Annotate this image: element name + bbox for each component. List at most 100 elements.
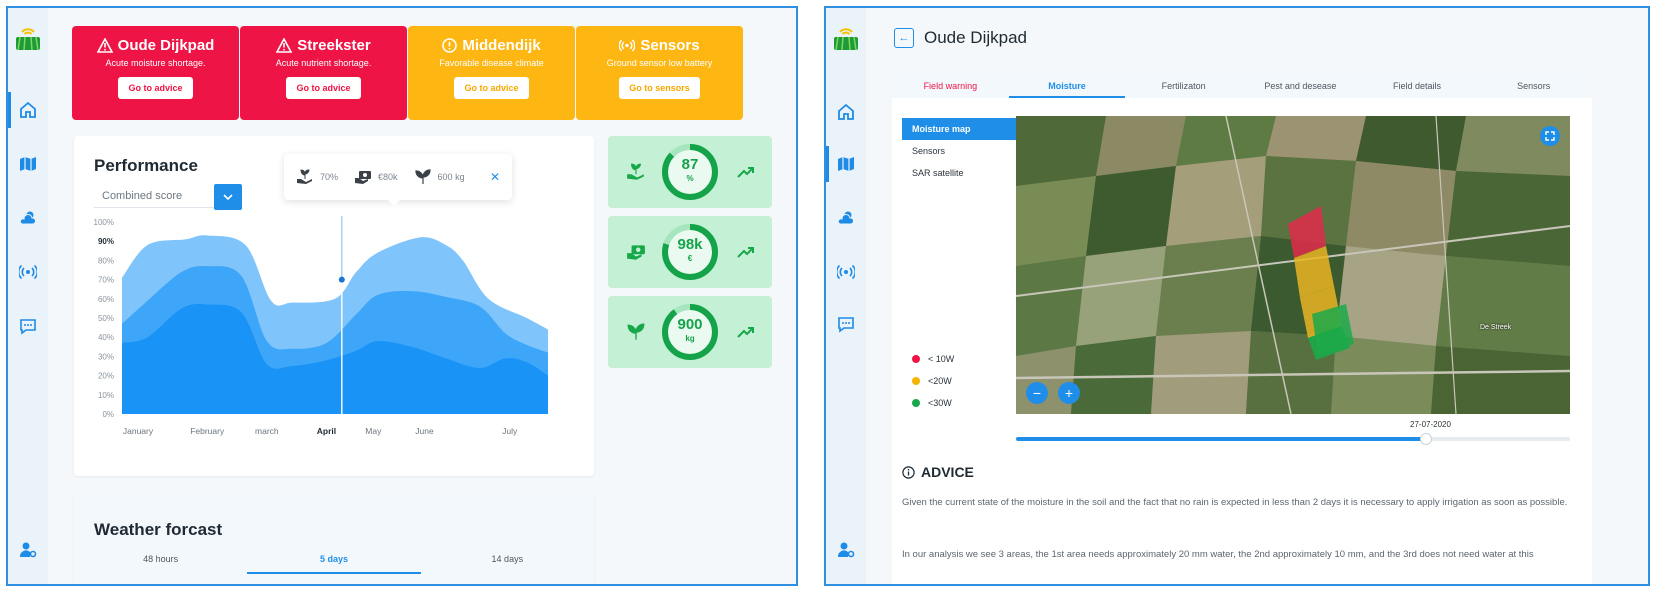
nav-sensors[interactable] <box>826 254 866 290</box>
money-hand-icon <box>355 171 372 184</box>
timeline-date: 27-07-2020 <box>1410 420 1451 429</box>
weather-forecast-card: Weather forcast 48 hours 5 days 14 days <box>74 494 594 584</box>
nav-map[interactable] <box>8 146 48 182</box>
y-tick-label: 60% <box>98 295 114 304</box>
go-to-advice-button[interactable]: Go to advice <box>118 77 193 99</box>
plus-icon: + <box>1064 385 1074 401</box>
x-tick-label: July <box>502 426 518 436</box>
arrow-left-icon: ← <box>898 32 910 44</box>
tab-field-warning[interactable]: Field warning <box>892 68 1009 98</box>
satellite-fields-image <box>1016 116 1570 414</box>
timeline-slider-handle[interactable] <box>1419 433 1432 445</box>
antenna-icon <box>837 264 855 280</box>
tab-sensors[interactable]: Sensors <box>1475 68 1592 98</box>
y-tick-label: 50% <box>98 314 114 323</box>
home-icon <box>838 103 854 120</box>
y-tick-label: 90% <box>98 237 114 246</box>
detail-tabs: Field warning Moisture Fertilizaton Pest… <box>892 68 1592 98</box>
y-tick-label: 80% <box>98 256 114 265</box>
alert-circle-icon <box>442 38 458 53</box>
go-to-advice-button[interactable]: Go to advice <box>454 77 529 99</box>
field-detail-card: Field warning Moisture Fertilizaton Pest… <box>892 68 1592 584</box>
sidebar <box>8 8 48 584</box>
advice-paragraph: Given the current state of the moisture … <box>902 497 1568 508</box>
nav-user-settings[interactable] <box>826 532 866 568</box>
nav-messages[interactable] <box>826 306 866 342</box>
home-icon <box>20 101 36 118</box>
go-to-advice-button[interactable]: Go to advice <box>286 77 361 99</box>
kpi-value: 900 <box>677 316 703 333</box>
nav-weather[interactable] <box>8 200 48 236</box>
close-icon[interactable]: ✕ <box>490 170 500 184</box>
legend-item: < 10W <box>912 354 954 364</box>
nav-sensors[interactable] <box>8 254 48 290</box>
chart-tooltip: 70% €80k 600 kg ✕ <box>284 154 512 206</box>
x-tick-label: march <box>255 426 279 436</box>
y-tick-label: 100% <box>94 218 114 227</box>
warning-triangle-icon <box>96 38 113 53</box>
timeline-slider[interactable] <box>1016 433 1570 445</box>
legend-dot <box>912 399 920 407</box>
x-tick-label: May <box>365 426 382 436</box>
y-tick-label: 40% <box>98 333 114 342</box>
tab-fertilization[interactable]: Fertilizaton <box>1125 68 1242 98</box>
alert-description: Acute nutrient shortage. <box>275 58 372 68</box>
kpi-value: 87 <box>681 156 699 173</box>
map-mode-moisture[interactable]: Moisture map <box>902 118 1016 140</box>
y-tick-label: 30% <box>98 352 114 361</box>
kpi-card-crop: 87 % <box>608 136 772 208</box>
alert-card-sensors: Sensors Ground sensor low battery Go to … <box>576 26 743 120</box>
trending-up-icon <box>737 247 754 258</box>
x-tick-label: January <box>123 426 154 436</box>
antenna-icon <box>19 264 37 280</box>
nav-user-settings[interactable] <box>8 532 48 568</box>
nav-messages[interactable] <box>8 308 48 344</box>
tab-moisture[interactable]: Moisture <box>1008 68 1126 98</box>
go-to-sensors-button[interactable]: Go to sensors <box>619 77 700 99</box>
alert-title: Streekster <box>297 37 371 54</box>
tab-14-days[interactable]: 14 days <box>421 544 594 574</box>
fullscreen-button[interactable] <box>1540 126 1560 146</box>
nav-map[interactable] <box>826 146 866 182</box>
performance-area-chart: 100% 90% 80% 70% 60% 50% 40% 30% 20% 10% 0% January… <box>94 216 548 436</box>
alert-title: Oude Dijkpad <box>117 37 215 54</box>
nav-weather[interactable] <box>826 200 866 236</box>
satellite-map[interactable]: De Streek − + <box>1016 116 1570 414</box>
kpi-card-revenue: 98k € <box>608 216 772 288</box>
farm-logo-icon <box>834 28 858 51</box>
tab-5-days[interactable]: 5 days <box>247 544 421 574</box>
score-select[interactable]: Combined score <box>94 184 214 208</box>
dashboard-window: Oude Dijkpad Acute moisture shortage. Go… <box>6 6 798 586</box>
legend-item: <20W <box>912 376 954 386</box>
moisture-legend: < 10W <20W <30W <box>912 354 954 420</box>
tooltip-crop-value: 70% <box>320 172 339 182</box>
tab-48-hours[interactable]: 48 hours <box>74 544 247 574</box>
score-select-toggle[interactable] <box>214 184 242 210</box>
map-mode-sar[interactable]: SAR satellite <box>902 162 1016 184</box>
alert-title: Middendijk <box>462 37 541 54</box>
sidebar <box>826 8 866 584</box>
kpi-card-yield: 900 kg <box>608 296 772 368</box>
map-mode-sensors[interactable]: Sensors <box>902 140 1016 162</box>
farm-logo-icon <box>16 28 40 51</box>
tab-pest-and-disease[interactable]: Pest and desease <box>1242 68 1359 98</box>
alert-description: Ground sensor low battery <box>606 58 713 68</box>
money-hand-icon <box>627 245 645 260</box>
minus-icon: − <box>1032 385 1042 401</box>
tab-field-details[interactable]: Field details <box>1359 68 1476 98</box>
zoom-in-button[interactable]: + <box>1058 382 1080 404</box>
nav-home[interactable] <box>826 94 866 130</box>
zoom-out-button[interactable]: − <box>1026 382 1048 404</box>
alert-title: Sensors <box>640 37 700 54</box>
hand-plant-icon <box>297 169 312 184</box>
kpi-unit: kg <box>685 334 695 343</box>
y-tick-label: 70% <box>98 276 114 285</box>
y-tick-label: 10% <box>98 391 114 400</box>
y-tick-label: 20% <box>98 372 114 381</box>
kpi-unit: % <box>686 174 694 183</box>
page-title: Oude Dijkpad <box>924 28 1028 47</box>
back-button[interactable]: ← <box>894 28 914 48</box>
info-icon <box>902 465 915 479</box>
nav-home[interactable] <box>8 92 48 128</box>
kpi-value: 98k <box>677 236 703 253</box>
